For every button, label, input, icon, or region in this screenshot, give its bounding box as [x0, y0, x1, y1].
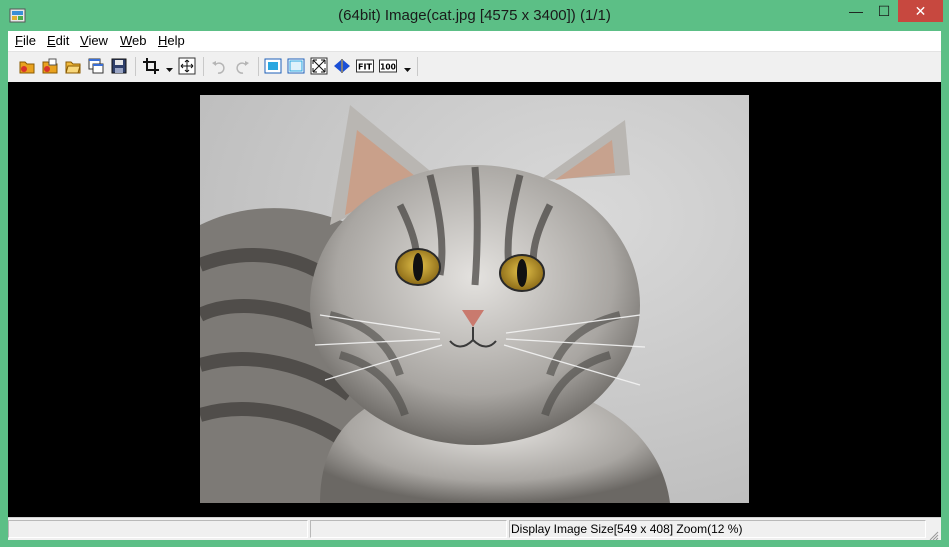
fullscreen-icon[interactable] — [310, 57, 328, 75]
app-window: (64bit) Image(cat.jpg [4575 x 3400]) (1/… — [0, 0, 949, 547]
maximize-button[interactable]: ☐ — [870, 0, 898, 22]
fit-window-icon[interactable] — [264, 57, 282, 75]
browse-folder-icon[interactable] — [64, 57, 82, 75]
actual-size-icon[interactable]: 100 — [379, 57, 397, 75]
toolbar-separator — [135, 57, 136, 76]
save-icon[interactable] — [110, 57, 128, 75]
fit-label: FIT — [358, 63, 372, 72]
fit-frame-icon[interactable] — [287, 57, 305, 75]
menu-file[interactable]: File — [15, 33, 36, 48]
move-icon[interactable] — [178, 57, 196, 75]
actual-size-label: 100 — [380, 63, 396, 72]
menu-help[interactable]: Help — [158, 33, 185, 48]
resize-grip-icon[interactable] — [929, 528, 939, 541]
redo-icon[interactable] — [233, 57, 251, 75]
title-bar[interactable]: (64bit) Image(cat.jpg [4575 x 3400]) (1/… — [0, 0, 949, 31]
menu-edit[interactable]: Edit — [47, 33, 69, 48]
crop-dropdown-icon[interactable] — [165, 61, 174, 72]
mirror-icon[interactable] — [333, 57, 351, 75]
toolbar: FIT 100 — [8, 51, 941, 81]
image-canvas[interactable] — [8, 82, 941, 517]
close-button[interactable]: ✕ — [898, 0, 943, 22]
fit-icon[interactable]: FIT — [356, 57, 374, 75]
client-area: File Edit View Web Help FIT 100 Display … — [8, 31, 941, 541]
toolbar-separator — [258, 57, 259, 76]
new-window-icon[interactable] — [87, 57, 105, 75]
status-pane-left — [8, 520, 308, 538]
minimize-button[interactable]: — — [842, 0, 870, 22]
window-title: (64bit) Image(cat.jpg [4575 x 3400]) (1/… — [338, 7, 611, 24]
toolbar-separator — [417, 57, 418, 76]
crop-icon[interactable] — [142, 57, 160, 75]
cat-photo — [200, 95, 749, 503]
status-bar: Display Image Size[549 x 408] Zoom(12 %) — [8, 517, 941, 541]
status-pane-middle — [310, 520, 507, 538]
menu-web[interactable]: Web — [120, 33, 147, 48]
zoom-dropdown-icon[interactable] — [403, 61, 412, 72]
toolbar-separator — [203, 57, 204, 76]
menu-bar: File Edit View Web Help — [8, 31, 941, 51]
status-text: Display Image Size[549 x 408] Zoom(12 %) — [511, 522, 743, 536]
open-icon[interactable] — [18, 57, 36, 75]
menu-view[interactable]: View — [80, 33, 108, 48]
open-folder-icon[interactable] — [41, 57, 59, 75]
undo-icon[interactable] — [210, 57, 228, 75]
